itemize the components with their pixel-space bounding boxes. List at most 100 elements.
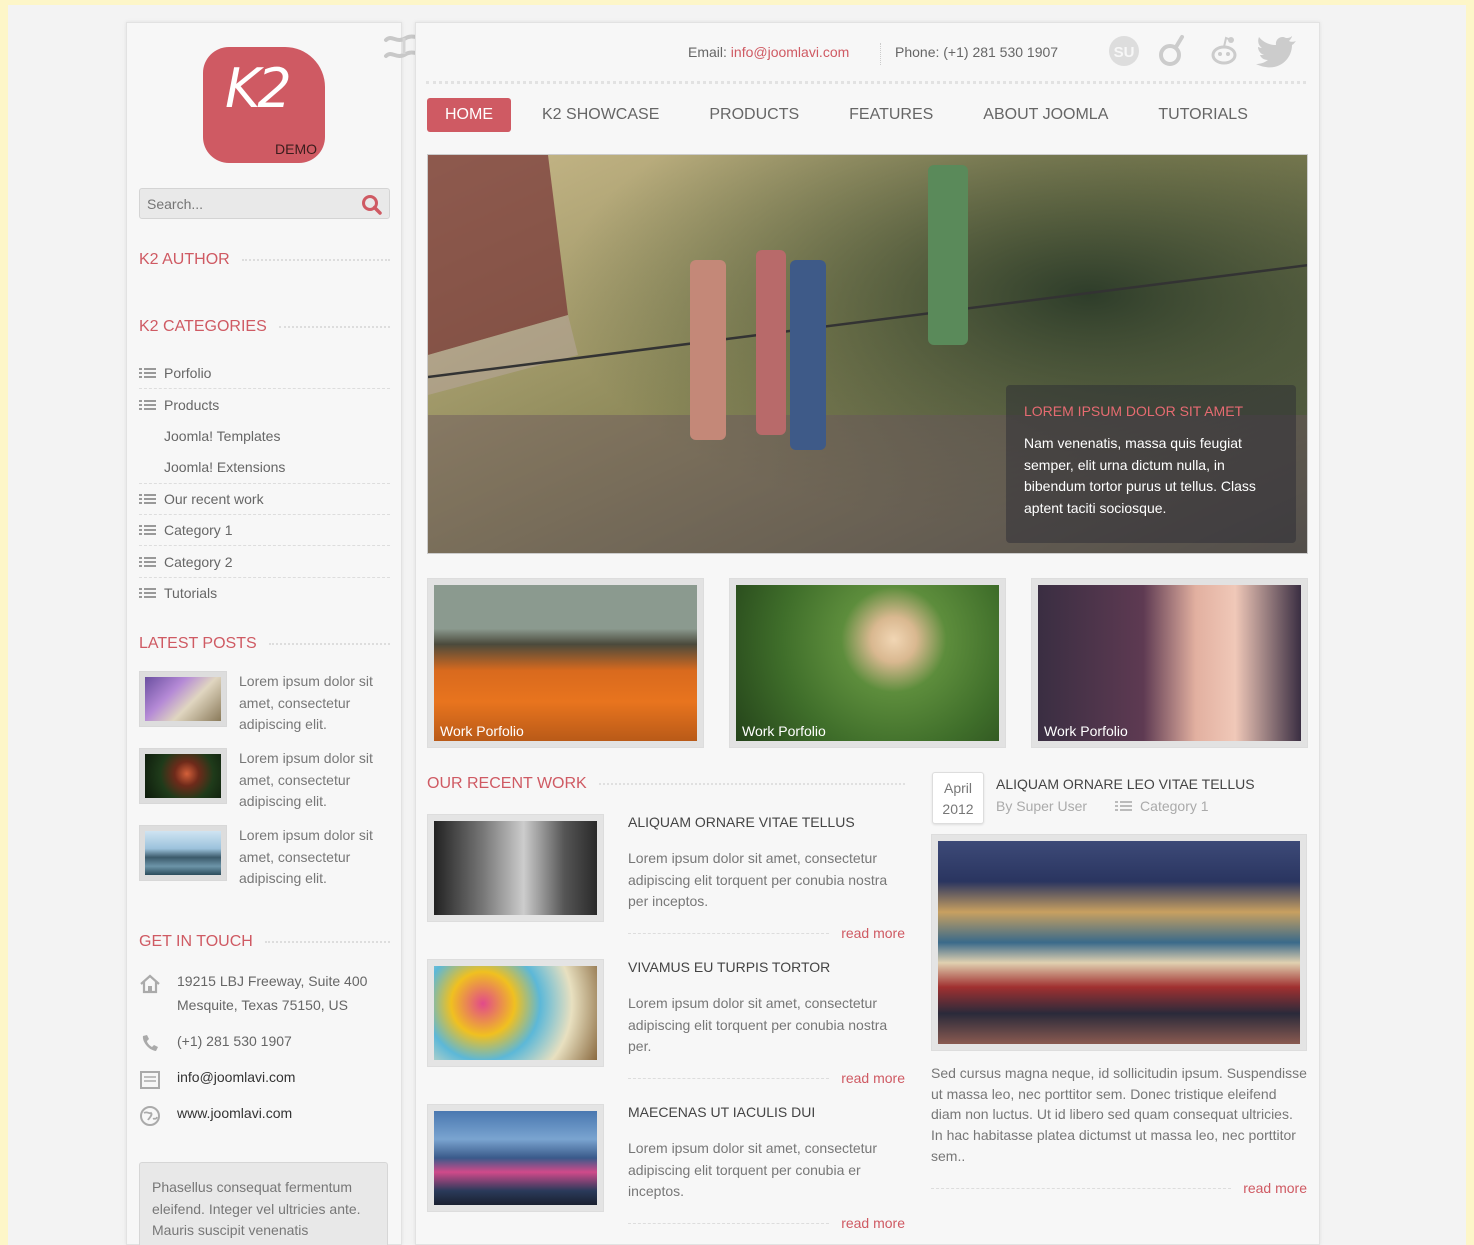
- sidebar: K2 DEMO K2 AUTHOR K2 CATEGORIES Porfolio…: [126, 22, 402, 1245]
- read-more-link[interactable]: read more: [841, 925, 905, 941]
- logo-sub: DEMO: [275, 141, 317, 157]
- read-more-row: read more: [628, 925, 905, 941]
- read-more-row: read more: [628, 1070, 905, 1086]
- svg-text:SU: SU: [1114, 44, 1135, 61]
- post-thumbnail[interactable]: [139, 671, 227, 727]
- nav-features[interactable]: FEATURES: [831, 98, 951, 132]
- category-item[interactable]: Category 1: [139, 515, 390, 547]
- nav-tutorials[interactable]: TUTORIALS: [1140, 98, 1266, 132]
- twitter-icon[interactable]: [1254, 33, 1300, 69]
- list-icon: [139, 524, 159, 536]
- email-link[interactable]: info@joomlavi.com: [731, 44, 849, 60]
- contact-address: 19215 LBJ Freeway, Suite 400 Mesquite, T…: [139, 969, 394, 1019]
- reddit-icon[interactable]: [1206, 33, 1242, 69]
- hero-caption-title: LOREM IPSUM DOLOR SIT AMET: [1024, 403, 1244, 419]
- read-more-link[interactable]: read more: [1243, 1180, 1307, 1196]
- globe-icon: [140, 1106, 160, 1126]
- list-icon: [139, 587, 159, 599]
- nav-about-joomla[interactable]: ABOUT JOOMLA: [965, 98, 1126, 132]
- portfolio-tile[interactable]: Work Porfolio: [1031, 578, 1308, 748]
- recent-work-title: OUR RECENT WORK: [427, 775, 905, 793]
- list-icon: [139, 556, 159, 568]
- subcategory-item[interactable]: Joomla! Extensions: [139, 452, 390, 484]
- category-item[interactable]: Products: [139, 389, 390, 420]
- subcategory-item[interactable]: Joomla! Templates: [139, 421, 390, 452]
- hero-caption-text: Nam venenatis, massa quis feugiat semper…: [1024, 435, 1256, 516]
- top-email: Email: info@joomlavi.com: [688, 44, 850, 60]
- work-thumbnail[interactable]: [427, 959, 604, 1067]
- portfolio-tile[interactable]: Work Porfolio: [427, 578, 704, 748]
- tile-image: Work Porfolio: [736, 585, 999, 741]
- work-excerpt: Lorem ipsum dolor sit amet, consectetur …: [628, 995, 888, 1055]
- hero-slider[interactable]: LOREM IPSUM DOLOR SIT AMET Nam venenatis…: [427, 154, 1308, 554]
- featured-title[interactable]: ALIQUAM ORNARE LEO VITAE TELLUS: [996, 776, 1255, 792]
- delicious-icon[interactable]: [1156, 33, 1192, 69]
- tile-image: Work Porfolio: [1038, 585, 1301, 741]
- hero-caption: LOREM IPSUM DOLOR SIT AMET Nam venenatis…: [1006, 385, 1296, 543]
- nav-home[interactable]: HOME: [427, 98, 511, 132]
- recent-work-item[interactable]: MAECENAS UT IACULIS DUI Lorem ipsum dolo…: [427, 1104, 905, 1244]
- search-box: [139, 188, 390, 219]
- post-thumbnail[interactable]: [139, 825, 227, 881]
- read-more-link[interactable]: read more: [841, 1070, 905, 1086]
- list-icon: [139, 367, 159, 379]
- work-excerpt: Lorem ipsum dolor sit amet, consectetur …: [628, 850, 888, 910]
- post-thumbnail[interactable]: [139, 748, 227, 804]
- list-icon: [1115, 800, 1135, 812]
- tile-image: Work Porfolio: [434, 585, 697, 741]
- featured-excerpt: Sed cursus magna neque, id sollicitudin …: [931, 1065, 1307, 1164]
- date-badge: April 2012: [932, 772, 984, 824]
- search-icon[interactable]: [361, 194, 383, 216]
- category-list: Porfolio Products Joomla! Templates Joom…: [139, 358, 390, 609]
- latest-post[interactable]: Lorem ipsum dolor sit amet, consectetur …: [139, 671, 394, 732]
- nav-products[interactable]: PRODUCTS: [691, 98, 817, 132]
- category-item[interactable]: Porfolio: [139, 358, 390, 390]
- category-item[interactable]: Category 2: [139, 546, 390, 578]
- recent-work-item[interactable]: VIVAMUS EU TURPIS TORTOR Lorem ipsum dol…: [427, 959, 905, 1099]
- contact-web[interactable]: www.joomlavi.com: [139, 1101, 394, 1127]
- work-title[interactable]: ALIQUAM ORNARE VITAE TELLUS: [628, 814, 855, 830]
- date-year: 2012: [942, 801, 974, 817]
- header-divider: [426, 81, 1306, 84]
- latest-post[interactable]: Lorem ipsum dolor sit amet, consectetur …: [139, 825, 394, 886]
- main-content: Email: info@joomlavi.com Phone: (+1) 281…: [415, 22, 1320, 1245]
- k2-logo[interactable]: K2 DEMO: [203, 47, 325, 163]
- tile-label: Work Porfolio: [440, 723, 524, 739]
- work-title[interactable]: MAECENAS UT IACULIS DUI: [628, 1104, 815, 1120]
- read-more-row: read more: [931, 1180, 1307, 1196]
- post-text[interactable]: Lorem ipsum dolor sit amet, consectetur …: [239, 825, 394, 890]
- mail-icon: [140, 1071, 160, 1089]
- contact-email[interactable]: info@joomlavi.com: [139, 1065, 394, 1091]
- latest-posts-title: LATEST POSTS: [139, 635, 390, 653]
- date-month: April: [943, 780, 972, 796]
- k2-categories-title: K2 CATEGORIES: [139, 318, 390, 336]
- logo-mark: K2: [225, 57, 292, 120]
- top-phone: Phone: (+1) 281 530 1907: [895, 44, 1059, 60]
- portfolio-tile[interactable]: Work Porfolio: [729, 578, 1006, 748]
- work-thumbnail[interactable]: [427, 814, 604, 922]
- category-item[interactable]: Our recent work: [139, 484, 390, 515]
- get-in-touch-title: GET IN TOUCH: [139, 933, 390, 951]
- list-icon: [139, 399, 159, 411]
- recent-work-item[interactable]: ALIQUAM ORNARE VITAE TELLUS Lorem ipsum …: [427, 814, 905, 954]
- featured-image[interactable]: [931, 834, 1307, 1051]
- featured-author[interactable]: By Super User: [996, 798, 1087, 814]
- nav-k2-showcase[interactable]: K2 SHOWCASE: [524, 98, 677, 132]
- work-title[interactable]: VIVAMUS EU TURPIS TORTOR: [628, 959, 830, 975]
- home-icon: [140, 974, 160, 994]
- top-separator: [880, 43, 881, 65]
- read-more-link[interactable]: read more: [841, 1215, 905, 1231]
- search-input[interactable]: [147, 196, 347, 212]
- post-text[interactable]: Lorem ipsum dolor sit amet, consectetur …: [239, 671, 394, 736]
- k2-author-title: K2 AUTHOR: [139, 251, 390, 269]
- stumbleupon-icon[interactable]: SU: [1106, 33, 1142, 69]
- featured-meta: By Super User Category 1: [996, 798, 1209, 814]
- latest-post[interactable]: Lorem ipsum dolor sit amet, consectetur …: [139, 748, 394, 809]
- post-text[interactable]: Lorem ipsum dolor sit amet, consectetur …: [239, 748, 394, 813]
- phone-icon: [142, 1035, 158, 1051]
- featured-category[interactable]: Category 1: [1140, 798, 1208, 814]
- work-thumbnail[interactable]: [427, 1104, 604, 1212]
- work-excerpt: Lorem ipsum dolor sit amet, consectetur …: [628, 1140, 877, 1200]
- read-more-row: read more: [628, 1215, 905, 1231]
- category-item[interactable]: Tutorials: [139, 578, 390, 609]
